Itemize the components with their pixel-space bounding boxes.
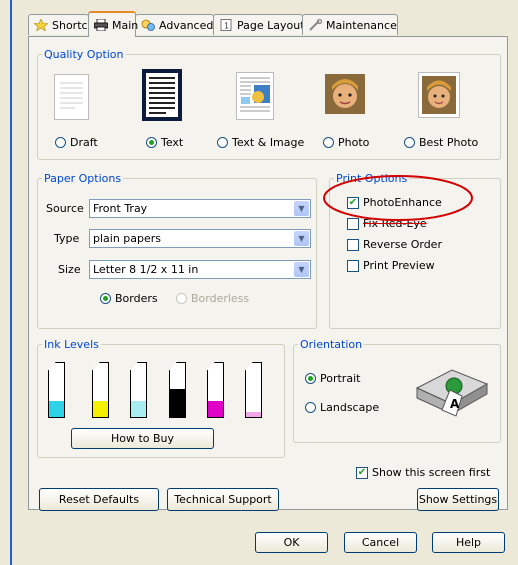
- type-label: Type: [54, 232, 80, 245]
- checkbox-box[interactable]: [347, 259, 359, 272]
- ink-cartridge: [92, 362, 109, 418]
- borders-radio[interactable]: Borders: [100, 292, 158, 305]
- ink-level-fill: [170, 389, 185, 417]
- quality-text-image-label: Text & Image: [232, 136, 305, 149]
- radio-indicator[interactable]: [55, 137, 66, 148]
- checkbox-box[interactable]: [347, 238, 359, 251]
- radio-indicator[interactable]: [404, 137, 415, 148]
- radio-indicator[interactable]: [323, 137, 334, 148]
- borderless-radio[interactable]: Borderless: [176, 292, 249, 305]
- star-icon: [33, 18, 49, 32]
- chevron-down-icon[interactable]: ▼: [294, 231, 309, 246]
- quality-text-radio[interactable]: Text: [146, 136, 183, 149]
- orientation-title: Orientation: [300, 338, 363, 351]
- quality-draft-radio[interactable]: Draft: [55, 136, 98, 149]
- best-photo-quality-image[interactable]: [418, 72, 460, 118]
- ink-cartridge: [245, 362, 262, 418]
- print-preview-label: Print Preview: [363, 259, 435, 272]
- ink-levels-title: Ink Levels: [44, 338, 99, 351]
- tab-main-label: Main: [112, 18, 139, 32]
- quality-best-photo-label: Best Photo: [419, 136, 479, 149]
- reverse-order-label: Reverse Order: [363, 238, 442, 251]
- quality-photo-radio[interactable]: Photo: [323, 136, 369, 149]
- radio-indicator[interactable]: [176, 293, 187, 304]
- portrait-label: Portrait: [320, 372, 361, 385]
- landscape-radio[interactable]: Landscape: [305, 401, 379, 414]
- ink-level-fill: [246, 412, 261, 417]
- orientation-printer-icon: A: [412, 358, 492, 420]
- portrait-radio[interactable]: Portrait: [305, 372, 360, 385]
- source-label: Source: [46, 202, 84, 215]
- show-settings-button[interactable]: Show Settings: [417, 488, 499, 511]
- text-quality-image[interactable]: [142, 69, 182, 121]
- tab-page-layout-label: Page Layout: [237, 18, 305, 32]
- gears-icon: [141, 19, 155, 31]
- red-highlight-ellipse: [323, 175, 473, 221]
- tab-advanced[interactable]: Advanced: [135, 14, 214, 35]
- photo-quality-image[interactable]: [325, 74, 365, 114]
- radio-indicator[interactable]: [217, 137, 228, 148]
- paper-options-group: Paper Options: [37, 172, 317, 329]
- reverse-order-checkbox[interactable]: Reverse Order: [347, 238, 442, 251]
- ink-level-fill: [131, 400, 146, 417]
- tab-page-layout[interactable]: 1 Page Layout: [213, 14, 305, 35]
- ink-cartridge: [169, 362, 186, 418]
- show-screen-first-checkbox[interactable]: ✔ Show this screen first: [356, 466, 490, 479]
- radio-indicator[interactable]: [146, 137, 157, 148]
- tab-maintenance-label: Maintenance: [326, 18, 397, 32]
- tab-maintenance[interactable]: Maintenance: [302, 14, 398, 35]
- tab-shortcuts[interactable]: Shortcuts: [28, 14, 105, 35]
- borders-label: Borders: [115, 292, 158, 305]
- type-select[interactable]: plain papers ▼: [89, 229, 311, 248]
- ink-cartridge: [207, 362, 224, 418]
- source-value: Front Tray: [93, 202, 148, 215]
- source-select[interactable]: Front Tray ▼: [89, 199, 311, 218]
- ink-cartridge: [48, 362, 65, 418]
- chevron-down-icon[interactable]: ▼: [294, 262, 309, 277]
- printer-icon: [94, 18, 108, 32]
- radio-indicator[interactable]: [305, 402, 316, 413]
- wrench-icon: [308, 18, 323, 31]
- technical-support-button[interactable]: Technical Support: [167, 488, 279, 511]
- ok-button[interactable]: OK: [255, 532, 328, 553]
- chevron-down-icon[interactable]: ▼: [294, 201, 309, 216]
- cancel-button[interactable]: Cancel: [344, 532, 417, 553]
- size-value: Letter 8 1/2 x 11 in: [93, 263, 199, 276]
- draft-quality-image[interactable]: [54, 74, 89, 120]
- quality-best-photo-radio[interactable]: Best Photo: [404, 136, 478, 149]
- ink-level-fill: [208, 400, 223, 417]
- size-select[interactable]: Letter 8 1/2 x 11 in ▼: [89, 260, 311, 279]
- size-label: Size: [58, 263, 81, 276]
- ink-cartridge: [130, 362, 147, 418]
- quality-draft-label: Draft: [70, 136, 98, 149]
- quality-option-title: Quality Option: [44, 48, 124, 61]
- landscape-label: Landscape: [320, 401, 380, 414]
- reset-defaults-button[interactable]: Reset Defaults: [39, 488, 159, 511]
- quality-photo-label: Photo: [338, 136, 370, 149]
- print-preview-checkbox[interactable]: Print Preview: [347, 259, 435, 272]
- quality-text-label: Text: [161, 136, 184, 149]
- radio-indicator[interactable]: [305, 373, 316, 384]
- svg-text:1: 1: [224, 22, 229, 31]
- help-button[interactable]: Help: [432, 532, 505, 553]
- page-layout-icon: 1: [219, 19, 233, 31]
- type-value: plain papers: [93, 232, 162, 245]
- ink-level-fill: [93, 400, 108, 417]
- ink-level-fill: [49, 400, 64, 417]
- borderless-label: Borderless: [191, 292, 250, 305]
- tab-main[interactable]: Main: [88, 11, 139, 37]
- how-to-buy-button[interactable]: How to Buy: [71, 428, 214, 449]
- svg-text:A: A: [450, 397, 460, 411]
- window-left-edge: [0, 0, 12, 565]
- paper-options-title: Paper Options: [44, 172, 122, 185]
- text-and-image-quality-image[interactable]: [236, 72, 274, 120]
- quality-text-image-radio[interactable]: Text & Image: [217, 136, 304, 149]
- check-icon[interactable]: ✔: [356, 466, 368, 479]
- tab-advanced-label: Advanced: [159, 18, 214, 32]
- show-screen-first-label: Show this screen first: [372, 466, 491, 479]
- radio-indicator[interactable]: [100, 293, 111, 304]
